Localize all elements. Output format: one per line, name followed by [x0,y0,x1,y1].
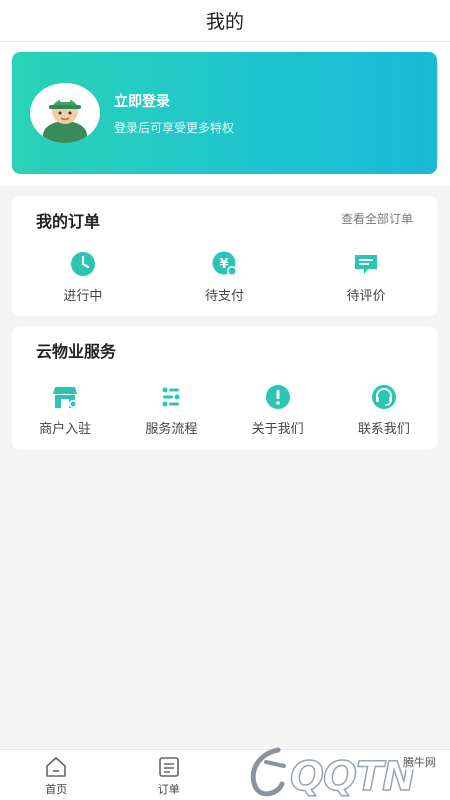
info-exclamation-icon [265,385,290,409]
order-status-label: 待支付 [205,289,245,304]
order-status-label: 进行中 [63,289,103,304]
bottom-tab-bar: 首页 订单 [0,749,450,800]
service-process[interactable]: 服务流程 [118,384,224,437]
tab-orders[interactable]: 订单 [113,750,226,800]
page-header: 我的 [0,0,450,42]
orders-title: 我的订单 [36,212,101,231]
order-status-pending-payment[interactable]: ¥ 待支付 [154,251,296,304]
order-status-label: 待评价 [346,289,386,304]
service-merchant-join[interactable]: 商户入驻 [12,384,118,437]
order-status-in-progress[interactable]: 进行中 [12,251,154,304]
page-title: 我的 [205,11,244,33]
order-list-icon [158,757,179,777]
login-title[interactable]: 立即登录 [114,91,234,111]
service-about-us[interactable]: 关于我们 [225,384,331,437]
process-flow-icon [162,387,180,407]
tab-label: 订单 [157,783,180,796]
home-icon [46,757,67,777]
storefront-icon [53,387,78,408]
comment-icon [355,255,378,274]
view-all-orders-link[interactable]: 查看全部订单 [341,210,413,227]
service-label: 商户入驻 [39,422,92,437]
service-label: 联系我们 [357,422,410,437]
login-card[interactable]: 立即登录 登录后可享受更多特权 [12,52,437,174]
login-subtitle: 登录后可享受更多特权 [114,120,235,135]
order-status-to-review[interactable]: 待评价 [295,251,437,304]
orders-card: 我的订单 查看全部订单 进行中 ¥ 待支付 待评价 [12,196,437,316]
service-label: 服务流程 [145,422,198,437]
tab-home[interactable]: 首页 [0,750,113,800]
clock-icon [70,252,95,276]
services-card: 云物业服务 商户入驻 服务流程 关于我们 联系我们 [12,326,437,450]
worker-avatar-icon[interactable] [30,83,100,143]
headset-icon [371,385,396,409]
service-label: 关于我们 [251,422,304,437]
tab-label: 首页 [45,783,68,796]
yen-payment-icon: ¥ [212,251,237,276]
services-title: 云物业服务 [36,342,117,361]
service-contact-us[interactable]: 联系我们 [331,384,437,437]
